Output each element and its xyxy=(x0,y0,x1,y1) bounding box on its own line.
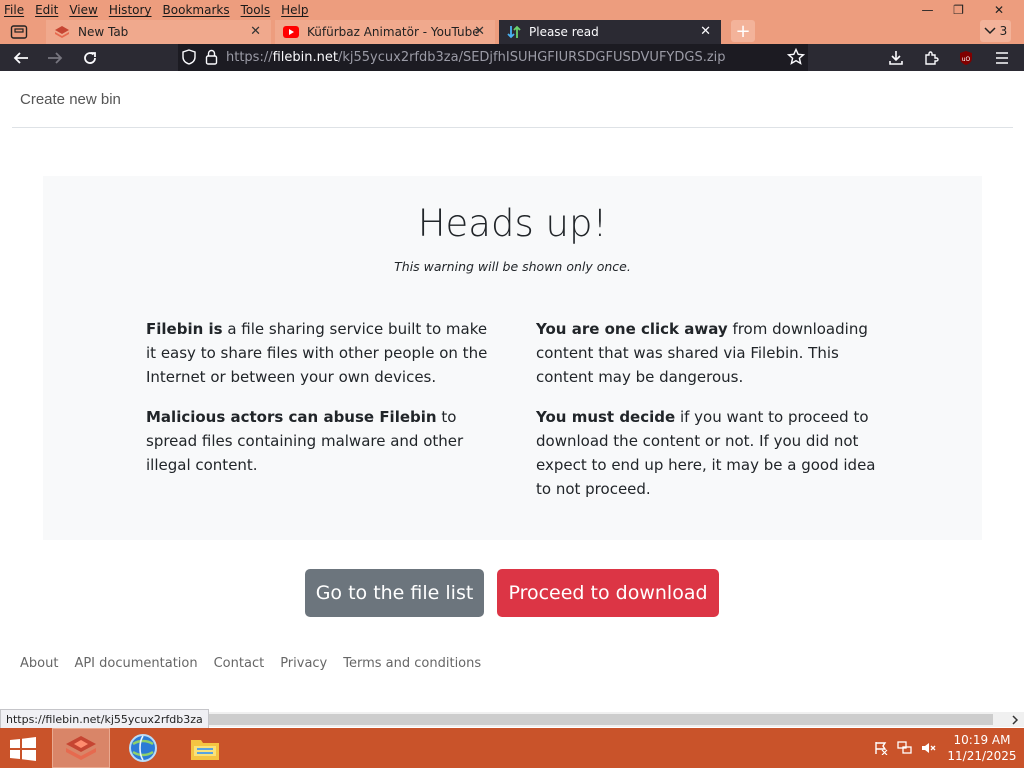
info-column-right: You are one click away from downloading … xyxy=(536,317,886,517)
page-header: Create new bin xyxy=(12,71,1013,128)
warning-panel: Heads up! This warning will be shown onl… xyxy=(43,176,982,540)
tab-list-button[interactable]: 3 xyxy=(980,20,1011,42)
reload-icon xyxy=(84,52,96,64)
clock-date: 11/21/2025 xyxy=(947,749,1017,763)
tab-title: Please read xyxy=(529,25,599,39)
taskbar-clock[interactable]: 10:19 AM 11/21/2025 xyxy=(946,732,1018,764)
paragraph-malicious-actors: Malicious actors can abuse Filebin to sp… xyxy=(146,405,496,477)
taskbar-app-browser[interactable] xyxy=(114,728,172,768)
new-tab-button[interactable]: + xyxy=(731,20,755,42)
hamburger-menu-icon xyxy=(996,52,1008,64)
url-bar[interactable]: https://filebin.net/kj55ycux2rfdb3za/SED… xyxy=(178,44,808,71)
paragraph-you-must-decide: You must decide if you want to proceed t… xyxy=(536,405,886,501)
back-button[interactable] xyxy=(9,46,33,70)
tab-please-read[interactable]: Please read ✕ xyxy=(499,20,721,44)
forward-button[interactable] xyxy=(43,46,67,70)
close-tab-icon[interactable]: ✕ xyxy=(700,24,711,39)
paragraph-lead: You are one click away xyxy=(536,320,728,338)
scroll-right-arrow-icon[interactable] xyxy=(1009,712,1022,727)
shield-icon xyxy=(182,49,196,65)
tab-youtube[interactable]: Küfürbaz Animatör - YouTube ✕ xyxy=(275,20,495,44)
taskbar-app-firefox[interactable] xyxy=(52,728,110,768)
url-host: filebin.net xyxy=(272,50,338,65)
url-text: https://filebin.net/kj55ycux2rfdb3za/SED… xyxy=(226,50,726,65)
network-icon[interactable] xyxy=(896,740,914,756)
app-menu-button[interactable] xyxy=(990,46,1014,70)
url-scheme: https:// xyxy=(226,50,273,65)
browser-titlebar: File Edit View History Bookmarks Tools H… xyxy=(0,0,1024,44)
arrow-left-icon xyxy=(13,52,28,64)
scrollbar-thumb[interactable] xyxy=(195,714,993,725)
page-subtitle: This warning will be shown only once. xyxy=(394,259,631,274)
menu-edit[interactable]: Edit xyxy=(35,3,58,17)
puzzle-icon xyxy=(925,51,939,65)
filebin-icon xyxy=(55,26,69,38)
tab-count: 3 xyxy=(999,24,1008,38)
tab-strip: New Tab ✕ Küfürbaz Animatör - YouTube ✕ … xyxy=(0,20,1024,44)
menu-file[interactable]: File xyxy=(4,3,24,17)
page-title: Heads up! xyxy=(417,202,608,245)
paragraph-lead: Filebin is xyxy=(146,320,223,338)
firefox-view-icon xyxy=(10,25,28,39)
tab-title: New Tab xyxy=(78,25,129,39)
footer-link-terms[interactable]: Terms and conditions xyxy=(343,656,481,671)
paragraph-one-click-away: You are one click away from downloading … xyxy=(536,317,886,389)
taskbar-app-explorer[interactable] xyxy=(176,728,234,768)
window-controls: — ❐ ✕ xyxy=(912,0,1024,20)
proceed-to-download-button[interactable]: Proceed to download xyxy=(497,569,719,617)
footer-link-about[interactable]: About xyxy=(20,656,58,671)
footer-link-privacy[interactable]: Privacy xyxy=(280,656,327,671)
chevron-down-icon xyxy=(984,27,996,35)
tab-title: Küfürbaz Animatör - YouTube xyxy=(307,25,480,39)
navigation-toolbar: https://filebin.net/kj55ycux2rfdb3za/SED… xyxy=(0,44,1024,71)
transfer-icon xyxy=(507,25,521,39)
footer-link-contact[interactable]: Contact xyxy=(214,656,265,671)
ublock-button[interactable]: uO xyxy=(954,46,978,70)
globe-browser-icon xyxy=(129,734,157,762)
menu-history[interactable]: History xyxy=(109,3,152,17)
taskbar: 10:19 AM 11/21/2025 xyxy=(0,728,1024,768)
file-explorer-icon xyxy=(191,740,219,760)
paragraph-lead: Malicious actors can abuse Filebin xyxy=(146,408,437,426)
paragraph-what-is-filebin: Filebin is a file sharing service built … xyxy=(146,317,496,389)
page-footer: About API documentation Contact Privacy … xyxy=(20,656,497,671)
svg-text:uO: uO xyxy=(962,56,971,63)
reload-button[interactable] xyxy=(78,46,102,70)
lock-icon xyxy=(205,49,218,65)
minimize-button[interactable]: — xyxy=(912,0,943,20)
downloads-button[interactable] xyxy=(884,46,908,70)
menu-tools[interactable]: Tools xyxy=(241,3,271,17)
url-path: /kj55ycux2rfdb3za/SEDjfhISUHGFIURSDGFUSD… xyxy=(337,50,726,65)
create-new-bin-link[interactable]: Create new bin xyxy=(20,91,121,108)
close-window-button[interactable]: ✕ xyxy=(974,0,1024,20)
tab-overview-button[interactable] xyxy=(6,21,32,43)
link-status-tooltip: https://filebin.net/kj55ycux2rfdb3za xyxy=(0,709,209,729)
clock-time: 10:19 AM xyxy=(953,733,1011,747)
close-tab-icon[interactable]: ✕ xyxy=(474,24,485,39)
restore-button[interactable]: ❐ xyxy=(943,0,974,20)
extensions-button[interactable] xyxy=(919,46,943,70)
action-center-flag-icon[interactable] xyxy=(872,740,890,756)
filebin-firefox-icon xyxy=(66,736,96,760)
bookmark-star-icon[interactable] xyxy=(787,48,805,66)
tab-new-tab[interactable]: New Tab ✕ xyxy=(46,20,271,44)
windows-logo-icon xyxy=(10,737,36,761)
start-button[interactable] xyxy=(6,734,40,764)
volume-muted-icon[interactable] xyxy=(920,740,938,756)
menu-bookmarks[interactable]: Bookmarks xyxy=(163,3,230,17)
menu-view[interactable]: View xyxy=(69,3,97,17)
system-tray xyxy=(872,740,938,756)
menu-help[interactable]: Help xyxy=(281,3,308,17)
download-icon xyxy=(889,51,903,65)
info-column-left: Filebin is a file sharing service built … xyxy=(146,317,496,493)
ublock-icon: uO xyxy=(960,51,972,65)
youtube-icon xyxy=(283,26,299,38)
footer-link-api-documentation[interactable]: API documentation xyxy=(74,656,197,671)
arrow-right-icon xyxy=(48,52,63,64)
paragraph-lead: You must decide xyxy=(536,408,676,426)
menu-bar: File Edit View History Bookmarks Tools H… xyxy=(0,0,320,20)
close-tab-icon[interactable]: ✕ xyxy=(250,24,261,39)
go-to-file-list-button[interactable]: Go to the file list xyxy=(305,569,484,617)
